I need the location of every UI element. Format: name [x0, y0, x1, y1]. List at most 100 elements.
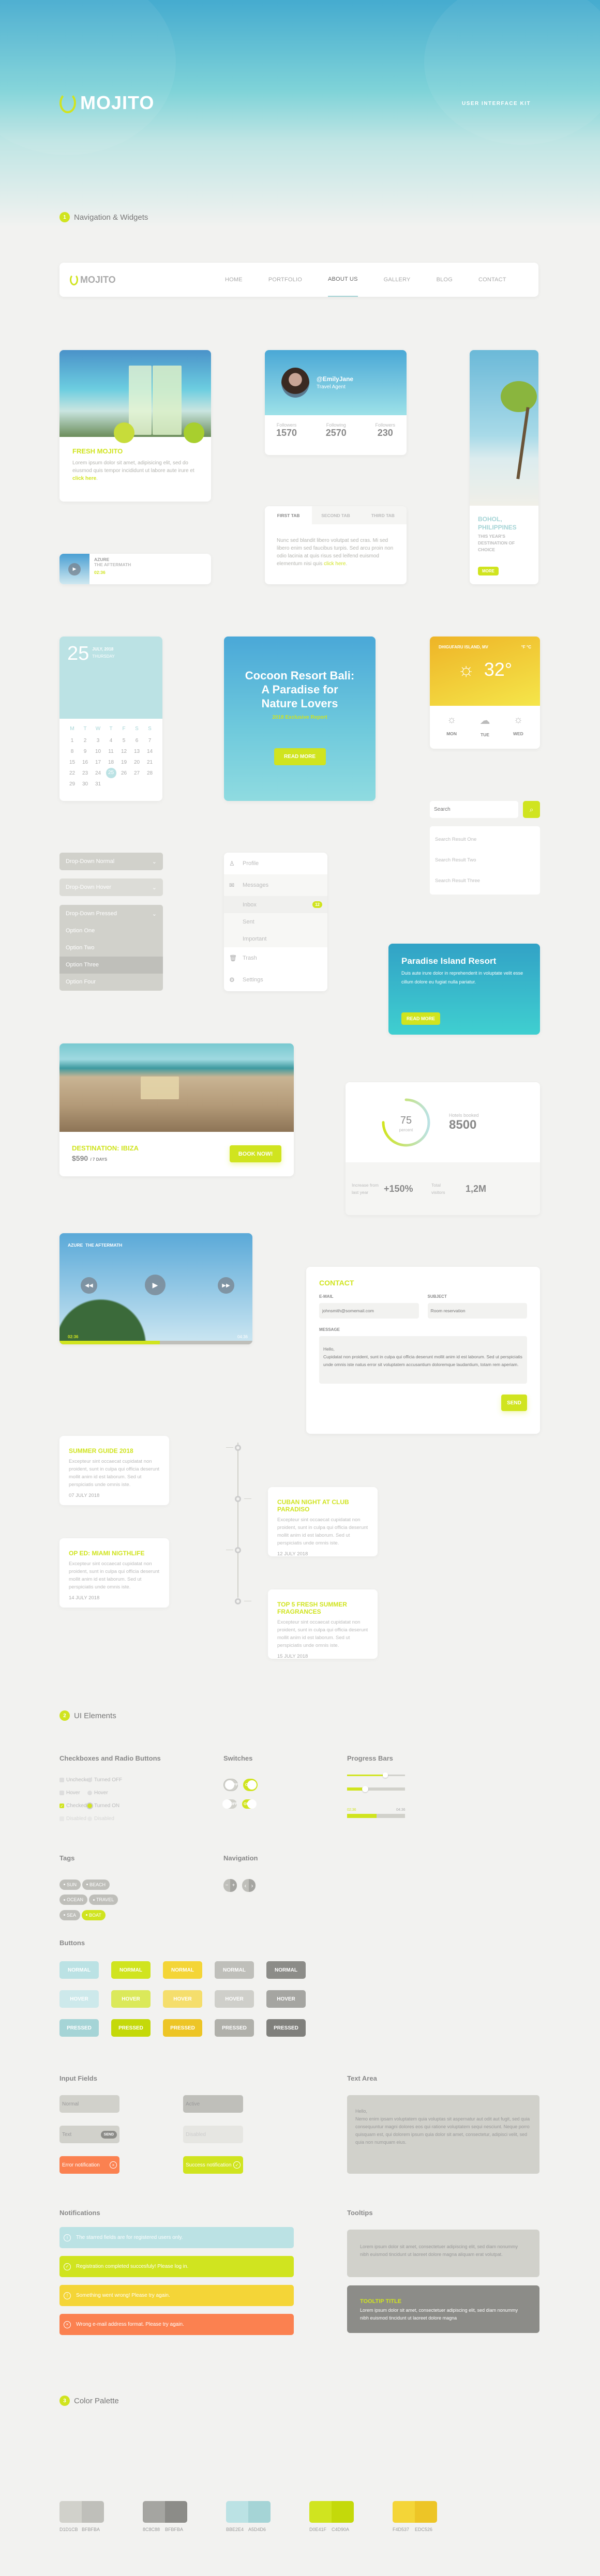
calendar-day[interactable]: 8: [66, 749, 79, 754]
calendar-day[interactable]: 1: [66, 738, 79, 744]
dropdown-option[interactable]: Option Three: [59, 957, 163, 974]
calendar-day-selected[interactable]: 25: [106, 768, 116, 778]
calendar-day[interactable]: 15: [66, 760, 79, 765]
dropdown-hover[interactable]: Drop-Down Hover ⌄: [59, 878, 163, 896]
button-normal[interactable]: NORMAL: [59, 1961, 99, 1979]
calendar-day[interactable]: 13: [130, 749, 143, 754]
calendar-day[interactable]: 29: [66, 781, 79, 787]
tag-sea[interactable]: SEA: [59, 1910, 81, 1920]
button-pressed[interactable]: PRESSED: [266, 2019, 306, 2037]
calendar-day[interactable]: 6: [130, 738, 143, 744]
textarea-field[interactable]: Hello, Nemo enim ipsam voluptatem quia v…: [347, 2095, 539, 2174]
increment-button[interactable]: +: [230, 1879, 237, 1892]
menu-item-important[interactable]: Important: [224, 930, 327, 947]
button-normal[interactable]: NORMAL: [215, 1961, 254, 1979]
dropdown-pressed-header[interactable]: Drop-Down Pressed ⌄: [59, 905, 163, 922]
calendar-day[interactable]: 9: [79, 749, 92, 754]
button-hover[interactable]: HOVER: [163, 1990, 202, 2008]
search-button[interactable]: ⌕: [523, 801, 540, 818]
calendar-day[interactable]: 12: [117, 749, 130, 754]
tab-link[interactable]: click here: [324, 561, 346, 567]
nav-item-gallery[interactable]: GALLERY: [384, 263, 411, 297]
tab-2[interactable]: SECOND TAB: [312, 506, 359, 524]
dropdown-normal[interactable]: Drop-Down Normal ⌄: [59, 853, 163, 870]
tag-boat[interactable]: BOAT: [82, 1910, 106, 1920]
button-pressed[interactable]: PRESSED: [111, 2019, 151, 2037]
notification[interactable]: ✓ Registration completed succesfuly! Plea…: [59, 2256, 294, 2277]
message-field[interactable]: [319, 1336, 527, 1384]
calendar-day[interactable]: 26: [117, 770, 130, 776]
calendar-day[interactable]: 10: [92, 749, 104, 754]
navbar-logo[interactable]: MOJITO: [70, 274, 225, 285]
dropdown-option[interactable]: Option Two: [59, 940, 163, 957]
input-with-button[interactable]: Text SEND: [59, 2126, 119, 2143]
calendar-day[interactable]: 14: [143, 749, 156, 754]
calendar-day[interactable]: 20: [130, 760, 143, 765]
radio-turned-on[interactable]: Turned ON: [87, 1799, 122, 1812]
slider-1-handle[interactable]: [382, 1772, 388, 1778]
button-hover[interactable]: HOVER: [59, 1990, 99, 2008]
timeline-card[interactable]: TOP 5 FRESH SUMMER FRAGRANCES Excepteur s…: [268, 1589, 378, 1659]
input-success[interactable]: Success notification ✓: [183, 2156, 243, 2174]
calendar-day[interactable]: 31: [92, 781, 104, 787]
timeline-card[interactable]: SUMMER GUIDE 2018 Excepteur sint occaecat…: [59, 1436, 169, 1505]
button-hover[interactable]: HOVER: [111, 1990, 151, 2008]
calendar-day[interactable]: 7: [143, 738, 156, 744]
calendar-day[interactable]: 23: [79, 770, 92, 776]
subject-field[interactable]: [427, 1303, 527, 1319]
calendar-day[interactable]: 17: [92, 760, 104, 765]
calendar-day[interactable]: 11: [104, 749, 117, 754]
calendar-day[interactable]: 16: [79, 760, 92, 765]
promo-read-more-button[interactable]: READ MORE: [274, 748, 326, 765]
book-now-button[interactable]: BOOK NOW!: [230, 1145, 281, 1162]
button-normal[interactable]: NORMAL: [163, 1961, 202, 1979]
notification[interactable]: ! Something went wrong! Please try again.: [59, 2285, 294, 2306]
tab-3[interactable]: THIRD TAB: [359, 506, 407, 524]
nav-item-contact[interactable]: CONTACT: [478, 263, 506, 297]
island-read-more-button[interactable]: READ MORE: [401, 1012, 440, 1025]
timeline-card[interactable]: OP ED: MIAMI NIGTHLIFE Excepteur sint occ…: [59, 1538, 169, 1608]
button-pressed[interactable]: PRESSED: [163, 2019, 202, 2037]
radio-hover[interactable]: Hover: [87, 1786, 122, 1799]
next-button[interactable]: ›: [249, 1879, 256, 1892]
calendar-day[interactable]: 3: [92, 738, 104, 744]
tag-travel[interactable]: TRAVEL: [89, 1895, 118, 1905]
video-progress-track[interactable]: [59, 1341, 252, 1344]
button-pressed[interactable]: PRESSED: [215, 2019, 254, 2037]
play-button[interactable]: ▶: [145, 1275, 166, 1295]
rewind-button[interactable]: ◀◀: [81, 1277, 97, 1294]
nav-item-about-us[interactable]: ABOUT US: [327, 263, 358, 297]
email-field[interactable]: [319, 1303, 419, 1319]
menu-item-inbox[interactable]: Inbox 12: [224, 896, 327, 913]
tag-ocean[interactable]: OCEAN: [59, 1895, 88, 1905]
prev-button[interactable]: ‹: [242, 1879, 249, 1892]
calendar-day[interactable]: 4: [104, 738, 117, 744]
switch-off-large[interactable]: OFF: [223, 1779, 238, 1791]
calendar-day[interactable]: 27: [130, 770, 143, 776]
unit-toggle[interactable]: °F °C: [521, 645, 531, 649]
calendar-day[interactable]: 19: [117, 760, 130, 765]
radio-turned-off[interactable]: Turned OFF: [87, 1774, 122, 1786]
tag-sun[interactable]: SUN: [59, 1879, 81, 1890]
calendar-day[interactable]: 21: [143, 760, 156, 765]
slider-1[interactable]: [347, 1772, 405, 1778]
slider-2-handle[interactable]: [362, 1786, 368, 1792]
tab-1[interactable]: FIRST TAB: [265, 506, 312, 524]
button-normal[interactable]: NORMAL: [266, 1961, 306, 1979]
forward-button[interactable]: ▶▶: [218, 1277, 234, 1294]
menu-item-messages[interactable]: ✉ Messages: [224, 874, 327, 896]
more-button[interactable]: MORE: [478, 567, 499, 575]
tag-beach[interactable]: BEACH: [82, 1879, 110, 1890]
search-result[interactable]: Search Result Three: [435, 871, 535, 891]
nav-item-portfolio[interactable]: PORTFOLIO: [268, 263, 302, 297]
nav-item-home[interactable]: HOME: [225, 263, 243, 297]
switch-off-small[interactable]: OFF: [222, 1799, 237, 1809]
calendar-day[interactable]: 24: [92, 770, 104, 776]
send-button[interactable]: SEND: [501, 1395, 527, 1411]
profile-handle[interactable]: @EmilyJane: [317, 375, 353, 383]
calendar-day[interactable]: 30: [79, 781, 92, 787]
timeline-card[interactable]: CUBAN NIGHT AT CLUB PARADISO Excepteur si…: [268, 1487, 378, 1557]
calendar-day[interactable]: 5: [117, 738, 130, 744]
button-hover[interactable]: HOVER: [266, 1990, 306, 2008]
dropdown-option[interactable]: Option Four: [59, 974, 163, 991]
